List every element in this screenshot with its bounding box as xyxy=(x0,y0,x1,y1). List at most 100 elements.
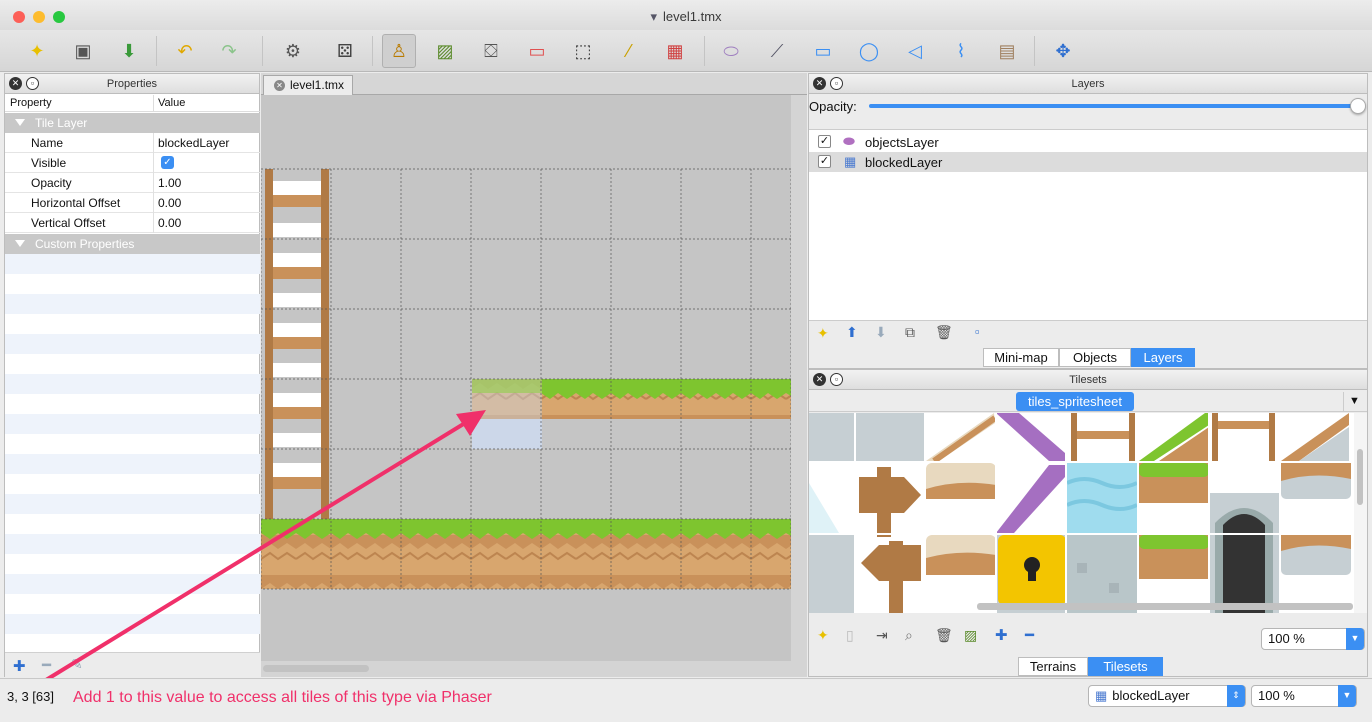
map-canvas[interactable] xyxy=(260,95,807,661)
document-icon: ▾ xyxy=(650,9,657,24)
edit-polygons-icon[interactable]: ⟋ xyxy=(760,34,794,68)
add-tiles-icon[interactable]: ✚ xyxy=(995,626,1008,644)
close-icon[interactable]: ✕ xyxy=(813,373,826,386)
tileset-properties-icon[interactable]: ⌕ xyxy=(905,627,913,644)
layer-row-objects[interactable]: ✓ ⬬ objectsLayer xyxy=(809,132,1367,152)
redo-icon[interactable]: ↷ xyxy=(212,34,246,68)
close-tab-icon[interactable]: ✕ xyxy=(274,80,285,91)
layer-row-blocked[interactable]: ✓ ▦ blockedLayer xyxy=(809,152,1367,172)
layer-visibility-checkbox[interactable]: ✓ xyxy=(818,135,831,148)
delete-layer-icon[interactable]: 🗑 xyxy=(935,324,953,341)
ground-tiles xyxy=(261,519,791,589)
tile-layer-icon: ▦ xyxy=(1095,688,1108,703)
lower-layer-icon[interactable]: ⬇ xyxy=(875,324,887,341)
tileset-zoom-select[interactable]: 100 % ▼ xyxy=(1261,628,1365,650)
chevron-down-icon: ▼ xyxy=(1338,685,1356,707)
opacity-slider-handle[interactable] xyxy=(1350,98,1366,114)
map-zoom-select[interactable]: 100 % ▼ xyxy=(1251,685,1357,707)
chevron-updown-icon: ⇕ xyxy=(1227,685,1245,707)
opacity-label: Opacity: xyxy=(809,99,857,114)
window-title: ▾ level1.tmx xyxy=(650,9,722,24)
tab-objects[interactable]: Objects xyxy=(1059,348,1131,367)
current-layer-select[interactable]: ▦ blockedLayer ⇕ xyxy=(1088,685,1246,707)
commands-icon[interactable]: ⚙ xyxy=(276,34,310,68)
close-icon[interactable]: ✕ xyxy=(9,77,22,90)
properties-panel: ✕ ▫ Properties Property Value Tile Layer… xyxy=(4,73,260,678)
remove-property-icon[interactable]: ━ xyxy=(42,656,51,674)
group-custom-properties[interactable]: Custom Properties xyxy=(5,234,260,254)
layer-actions: ✦ ⬆ ⬇ ⧉ 🗑 ▫ xyxy=(809,322,1367,346)
new-layer-icon[interactable]: ✦ xyxy=(817,325,829,342)
tab-tilesets[interactable]: Tilesets xyxy=(1088,657,1163,676)
rect-select-icon[interactable]: ⬚ xyxy=(566,34,600,68)
undo-icon[interactable]: ↶ xyxy=(168,34,202,68)
tilesets-panel-header: ✕ ▫ Tilesets xyxy=(809,370,1367,390)
properties-panel-header: ✕ ▫ Properties xyxy=(5,74,259,94)
eraser-icon[interactable]: ▭ xyxy=(520,34,554,68)
tilesets-panel: ✕ ▫ Tilesets tiles_spritesheet ▼ ✦ ▯ ⇥ ⌕… xyxy=(808,369,1368,677)
layers-panel-header: ✕ ▫ Layers xyxy=(809,74,1367,94)
visible-checkbox[interactable]: ✓ xyxy=(161,156,174,169)
insert-rectangle-icon[interactable]: ▭ xyxy=(806,34,840,68)
terrain-brush-icon[interactable]: ▨ xyxy=(428,34,462,68)
embed-tileset-icon[interactable]: ▯ xyxy=(846,627,854,644)
show-hide-others-icon[interactable]: ▫ xyxy=(975,324,980,339)
tile-coordinates: 3, 3 [63] xyxy=(7,689,54,704)
duplicate-layer-icon[interactable]: ⧉ xyxy=(905,324,915,341)
new-tileset-icon[interactable]: ✦ xyxy=(817,627,829,644)
rename-property-icon[interactable]: ✎ xyxy=(71,656,83,673)
tileset-grid[interactable] xyxy=(809,413,1367,613)
ladder-tiles xyxy=(261,169,331,521)
random-icon[interactable]: ⚄ xyxy=(328,34,362,68)
tab-terrains[interactable]: Terrains xyxy=(1018,657,1088,676)
layer-visibility-checkbox[interactable]: ✓ xyxy=(818,155,831,168)
properties-header-row: Property Value xyxy=(5,95,260,112)
float-icon[interactable]: ▫ xyxy=(830,77,843,90)
bucket-fill-icon[interactable]: ⛋ xyxy=(474,34,508,68)
export-tileset-icon[interactable]: ⇥ xyxy=(876,627,888,644)
property-row-opacity[interactable]: Opacity 1.00 xyxy=(5,173,260,193)
insert-tile-icon[interactable]: ▤ xyxy=(990,34,1024,68)
save-icon[interactable]: ⬇ xyxy=(112,34,146,68)
select-objects-icon[interactable]: ⬭ xyxy=(714,34,748,68)
magic-wand-icon[interactable]: ⁄ xyxy=(612,34,646,68)
remove-tiles-icon[interactable]: ━ xyxy=(1025,626,1034,644)
column-header-property[interactable]: Property xyxy=(10,97,52,109)
column-header-value[interactable]: Value xyxy=(158,97,185,109)
opacity-slider[interactable] xyxy=(869,104,1361,108)
delete-tileset-icon[interactable]: 🗑 xyxy=(935,627,953,644)
float-icon[interactable]: ▫ xyxy=(830,373,843,386)
new-map-icon[interactable]: ✦ xyxy=(20,34,54,68)
insert-polyline-icon[interactable]: ⌇ xyxy=(944,34,978,68)
move-icon[interactable]: ✥ xyxy=(1046,34,1080,68)
property-row-name[interactable]: Name blockedLayer xyxy=(5,133,260,153)
chevron-down-icon: ▼ xyxy=(1346,628,1364,650)
annotation-text: Add 1 to this value to access all tiles … xyxy=(73,689,492,706)
tab-level1[interactable]: ✕ level1.tmx xyxy=(263,75,353,95)
insert-polygon-icon[interactable]: ◁ xyxy=(898,34,932,68)
tile-layer-icon: ▦ xyxy=(844,154,857,169)
horizontal-scrollbar[interactable] xyxy=(263,665,369,672)
open-icon[interactable]: ▣ xyxy=(66,34,100,68)
tileset-menu-chevron-down-icon[interactable]: ▼ xyxy=(1343,392,1365,411)
stamp-brush-icon[interactable]: ♙ xyxy=(382,34,416,68)
tab-layers[interactable]: Layers xyxy=(1131,348,1195,367)
tileset-tabs: tiles_spritesheet ▼ xyxy=(809,390,1367,412)
close-icon[interactable]: ✕ xyxy=(813,77,826,90)
edit-terrain-icon[interactable]: ▨ xyxy=(964,627,977,644)
float-icon[interactable]: ▫ xyxy=(26,77,39,90)
title-bar: ▾ level1.tmx xyxy=(0,0,1372,30)
property-row-vertical-offset[interactable]: Vertical Offset 0.00 xyxy=(5,213,260,233)
platform-tiles xyxy=(472,379,791,449)
properties-footer: ✚ ━ ✎ xyxy=(5,652,260,678)
insert-ellipse-icon[interactable]: ◯ xyxy=(852,34,886,68)
property-row-visible[interactable]: Visible ✓ xyxy=(5,153,260,173)
tab-tiles-spritesheet[interactable]: tiles_spritesheet xyxy=(1016,392,1134,411)
raise-layer-icon[interactable]: ⬆ xyxy=(846,324,858,341)
main-toolbar: ✦ ▣ ⬇ ↶ ↷ ⚙ ⚄ ♙ ▨ ⛋ ▭ ⬚ ⁄ ▦ ⬭ ⟋ ▭ ◯ ◁ ⌇ … xyxy=(0,30,1372,72)
property-row-horizontal-offset[interactable]: Horizontal Offset 0.00 xyxy=(5,193,260,213)
tab-mini-map[interactable]: Mini-map xyxy=(983,348,1059,367)
add-property-icon[interactable]: ✚ xyxy=(13,657,26,675)
select-same-tile-icon[interactable]: ▦ xyxy=(658,34,692,68)
group-tile-layer[interactable]: Tile Layer xyxy=(5,113,260,133)
